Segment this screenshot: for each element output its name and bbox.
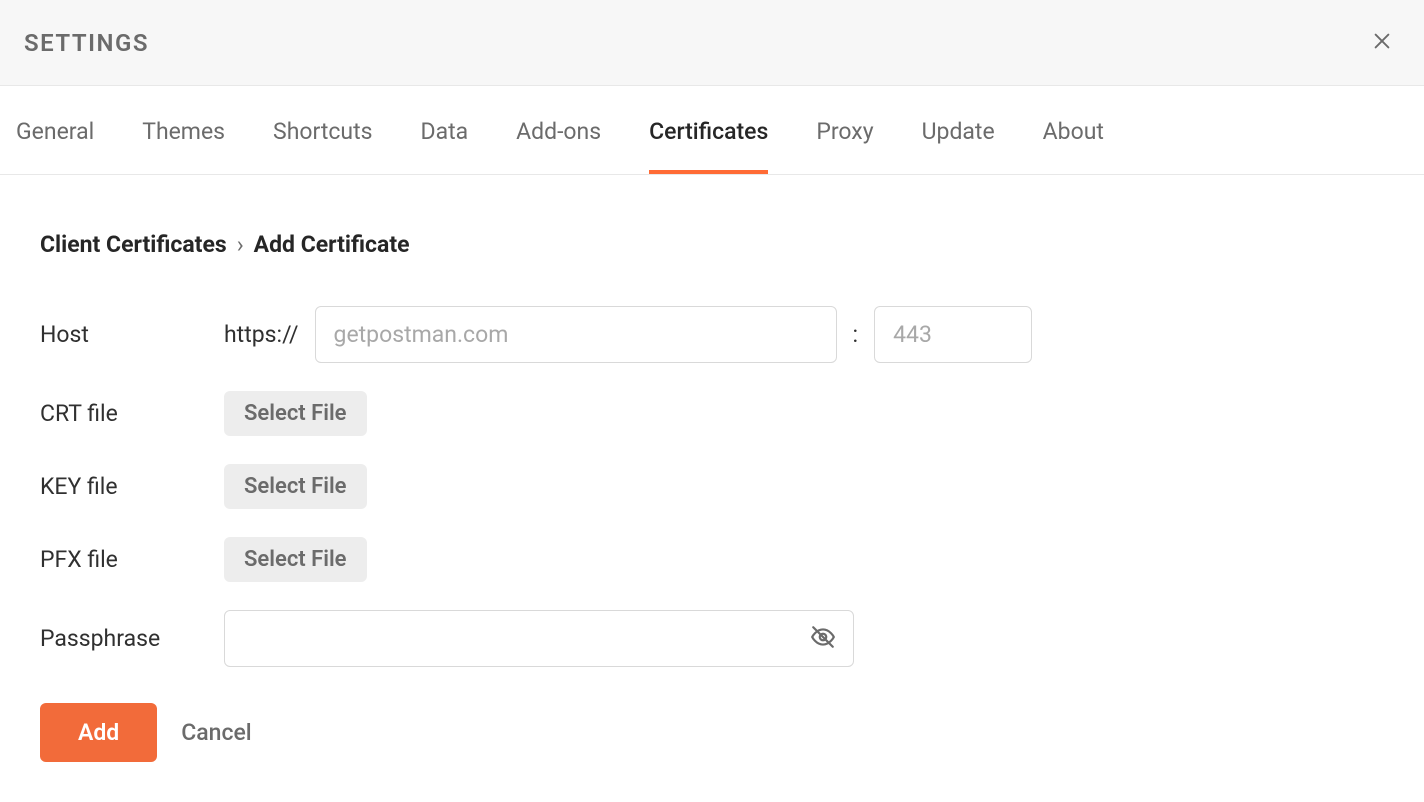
key-label: KEY file [40, 473, 224, 500]
page-title: SETTINGS [24, 29, 149, 57]
host-label: Host [40, 321, 224, 348]
breadcrumb-parent[interactable]: Client Certificates [40, 231, 227, 258]
settings-header: SETTINGS [0, 0, 1424, 86]
protocol-prefix: https:// [224, 321, 299, 348]
key-select-file-button[interactable]: Select File [224, 464, 367, 509]
port-input[interactable] [874, 306, 1032, 363]
tab-proxy[interactable]: Proxy [816, 88, 873, 173]
host-input[interactable] [315, 306, 837, 363]
settings-tabs: General Themes Shortcuts Data Add-ons Ce… [0, 86, 1424, 175]
tab-update[interactable]: Update [922, 88, 995, 173]
tab-certificates[interactable]: Certificates [649, 88, 768, 173]
breadcrumb: Client Certificates › Add Certificate [40, 231, 1384, 258]
cancel-button[interactable]: Cancel [181, 719, 251, 746]
add-button[interactable]: Add [40, 703, 157, 762]
close-icon [1371, 30, 1393, 56]
eye-off-icon [810, 624, 836, 654]
tab-shortcuts[interactable]: Shortcuts [273, 88, 372, 173]
passphrase-row: Passphrase [40, 610, 1384, 667]
passphrase-wrapper [224, 610, 854, 667]
crt-row: CRT file Select File [40, 391, 1384, 436]
passphrase-label: Passphrase [40, 625, 224, 652]
chevron-right-icon: › [237, 231, 244, 258]
tab-themes[interactable]: Themes [142, 88, 225, 173]
tab-data[interactable]: Data [420, 88, 468, 173]
close-button[interactable] [1368, 29, 1396, 57]
form-actions: Add Cancel [40, 703, 1384, 762]
host-port-separator: : [853, 321, 859, 348]
host-row: Host https:// : [40, 306, 1384, 363]
settings-content: Client Certificates › Add Certificate Ho… [0, 175, 1424, 802]
crt-label: CRT file [40, 400, 224, 427]
tab-general[interactable]: General [16, 88, 94, 173]
pfx-label: PFX file [40, 546, 224, 573]
tab-about[interactable]: About [1043, 88, 1104, 173]
tab-addons[interactable]: Add-ons [516, 88, 601, 173]
crt-select-file-button[interactable]: Select File [224, 391, 367, 436]
pfx-row: PFX file Select File [40, 537, 1384, 582]
host-fields: https:// : [224, 306, 1032, 363]
breadcrumb-current: Add Certificate [254, 231, 410, 258]
toggle-visibility-button[interactable] [810, 624, 836, 654]
key-row: KEY file Select File [40, 464, 1384, 509]
passphrase-input[interactable] [224, 610, 854, 667]
pfx-select-file-button[interactable]: Select File [224, 537, 367, 582]
